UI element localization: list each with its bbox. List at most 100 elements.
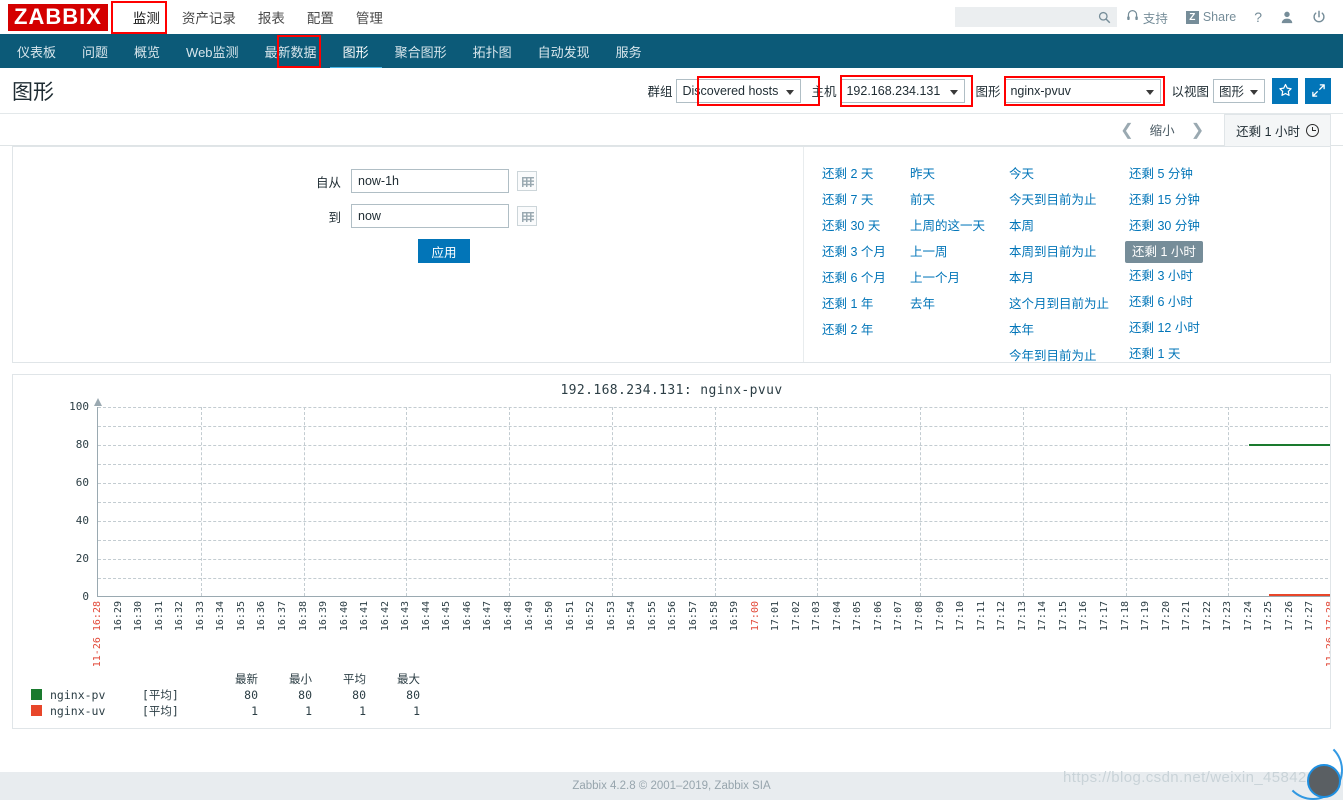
quick-range-link-1-4[interactable]: 上一个月 (906, 265, 964, 291)
subnav-item-9[interactable]: 服务 (603, 33, 655, 70)
view-as-select[interactable]: 图形 (1213, 78, 1265, 103)
support-link[interactable]: 支持 (1117, 8, 1177, 27)
nav-item-4[interactable]: 管理 (345, 0, 394, 35)
quick-range-link-3-0[interactable]: 还剩 5 分钟 (1125, 161, 1197, 187)
x-tick-18: 16:46 (461, 601, 473, 632)
quick-range-link-3-5[interactable]: 还剩 6 小时 (1125, 289, 1197, 315)
subnav-item-3[interactable]: Web监测 (173, 33, 252, 70)
nav-item-3[interactable]: 配置 (296, 0, 345, 35)
plot-area[interactable] (94, 398, 1330, 597)
quick-range-link-3-4[interactable]: 还剩 3 小时 (1125, 263, 1197, 289)
quick-range-link-1-5[interactable]: 去年 (906, 291, 939, 317)
y-tick-1: 20 (75, 552, 89, 565)
quick-range-link-1-1[interactable]: 前天 (906, 187, 939, 213)
time-next-button[interactable]: ❯ (1181, 120, 1214, 140)
search-input[interactable] (955, 8, 1092, 26)
quick-range-link-2-2[interactable]: 本周 (1005, 213, 1038, 239)
y-tick-0: 0 (82, 590, 89, 603)
apply-button[interactable]: 应用 (418, 239, 470, 263)
fullscreen-button[interactable] (1305, 77, 1331, 104)
subnav-item-5[interactable]: 图形 (330, 33, 382, 70)
subnav-item-7[interactable]: 拓扑图 (460, 33, 525, 70)
quick-range-link-3-1[interactable]: 还剩 15 分钟 (1125, 187, 1204, 213)
time-range-tab[interactable]: 还剩 1 小时 (1224, 113, 1331, 146)
subnav-item-2[interactable]: 概览 (121, 33, 173, 70)
view-as-label: 以视图 (1171, 85, 1209, 99)
gridline-v (817, 407, 819, 596)
x-tick-21: 16:49 (523, 601, 535, 632)
quick-range-link-2-6[interactable]: 本年 (1005, 317, 1038, 343)
help-icon[interactable]: ? (1245, 9, 1271, 25)
host-group-select[interactable]: Discovered hosts (676, 78, 802, 103)
quick-range-link-2-4[interactable]: 本月 (1005, 265, 1038, 291)
subnav-item-6[interactable]: 聚合图形 (382, 33, 460, 70)
x-tick-41: 17:09 (934, 601, 946, 632)
x-tick-13: 16:41 (359, 601, 371, 632)
subnav-item-0[interactable]: 仪表板 (4, 33, 69, 70)
from-calendar-icon[interactable] (517, 171, 537, 191)
legend-stat-value: 1 (251, 704, 258, 718)
quick-range-link-2-1[interactable]: 今天到目前为止 (1005, 187, 1101, 213)
quick-range-link-2-5[interactable]: 这个月到目前为止 (1005, 291, 1113, 317)
quick-range-link-0-2[interactable]: 还剩 30 天 (818, 213, 884, 239)
global-search[interactable] (954, 7, 1117, 27)
quick-range-link-0-0[interactable]: 还剩 2 天 (818, 161, 877, 187)
x-tick-10: 16:38 (297, 601, 309, 632)
x-tick-40: 17:08 (914, 601, 925, 632)
subnav-item-8[interactable]: 自动发现 (525, 33, 603, 70)
from-input[interactable] (351, 169, 509, 193)
to-label: 到 (328, 210, 341, 225)
add-favorite-button[interactable] (1272, 77, 1298, 104)
to-input[interactable] (351, 204, 509, 228)
subnav-item-4[interactable]: 最新数据 (252, 33, 330, 70)
legend-stat-header-1: 最小 (289, 672, 312, 686)
quick-range-link-2-0[interactable]: 今天 (1005, 161, 1038, 187)
x-edge-label-1: 11-26 17:28 (1325, 601, 1331, 668)
subnav-item-1[interactable]: 问题 (69, 33, 121, 70)
chart-title: 192.168.234.131: nginx-pvuv (560, 383, 783, 398)
graph-select[interactable]: nginx-pvuv (1004, 78, 1162, 103)
quick-range-link-0-3[interactable]: 还剩 3 个月 (818, 239, 890, 265)
legend-aggregation: [平均] (142, 688, 179, 702)
quick-range-link-2-7[interactable]: 今年到目前为止 (1005, 343, 1101, 369)
x-tick-11: 16:39 (318, 601, 330, 632)
nav-item-0[interactable]: 监测 (122, 0, 171, 35)
page-title: 图形 (12, 80, 54, 104)
nav-item-1[interactable]: 资产记录 (171, 0, 247, 35)
user-profile-icon[interactable] (1271, 10, 1303, 24)
legend-stat-value: 80 (406, 688, 420, 702)
to-calendar-icon[interactable] (517, 206, 537, 226)
x-tick-8: 16:36 (256, 601, 268, 632)
quick-range-link-1-3[interactable]: 上一周 (906, 239, 952, 265)
legend-header-row: 最新 最小 平均 最大 (31, 671, 420, 687)
quick-range-link-1-0[interactable]: 昨天 (906, 161, 939, 187)
legend-stat-value: 80 (352, 688, 366, 702)
y-tick-2: 40 (75, 514, 89, 527)
quick-range-link-0-5[interactable]: 还剩 1 年 (818, 291, 877, 317)
quick-range-link-2-3[interactable]: 本周到目前为止 (1005, 239, 1101, 265)
nav-item-2[interactable]: 报表 (247, 0, 296, 35)
gridline-v (920, 407, 921, 596)
host-select[interactable]: 192.168.234.131 (840, 78, 966, 103)
x-tick-28: 16:56 (667, 601, 679, 632)
time-range-label: 还剩 1 小时 (1236, 124, 1300, 139)
quick-range-link-3-7[interactable]: 还剩 1 天 (1125, 341, 1184, 367)
quick-range-link-0-1[interactable]: 还剩 7 天 (818, 187, 877, 213)
sign-out-icon[interactable] (1303, 10, 1335, 24)
quick-range-link-1-2[interactable]: 上周的这一天 (906, 213, 989, 239)
time-prev-button[interactable]: ❮ (1110, 120, 1143, 140)
x-tick-51: 17:19 (1140, 601, 1152, 632)
gridline-v (611, 407, 613, 596)
zabbix-logo[interactable]: ZABBIX (8, 3, 108, 31)
footer-text: Zabbix 4.2.8 © 2001–2019, Zabbix SIA (572, 780, 771, 792)
quick-range-link-3-2[interactable]: 还剩 30 分钟 (1125, 213, 1204, 239)
quick-range-link-0-6[interactable]: 还剩 2 年 (818, 317, 877, 343)
quick-range-link-3-6[interactable]: 还剩 12 小时 (1125, 315, 1204, 341)
search-icon[interactable] (1098, 11, 1111, 27)
time-zoom-out-button[interactable]: 缩小 (1144, 120, 1181, 139)
quick-range-link-0-4[interactable]: 还剩 6 个月 (818, 265, 890, 291)
legend-series-name: nginx-pv (50, 688, 106, 702)
headset-icon (1126, 9, 1139, 25)
quick-range-link-3-3[interactable]: 还剩 1 小时 (1125, 241, 1203, 263)
share-link[interactable]: Z Share (1177, 10, 1245, 24)
